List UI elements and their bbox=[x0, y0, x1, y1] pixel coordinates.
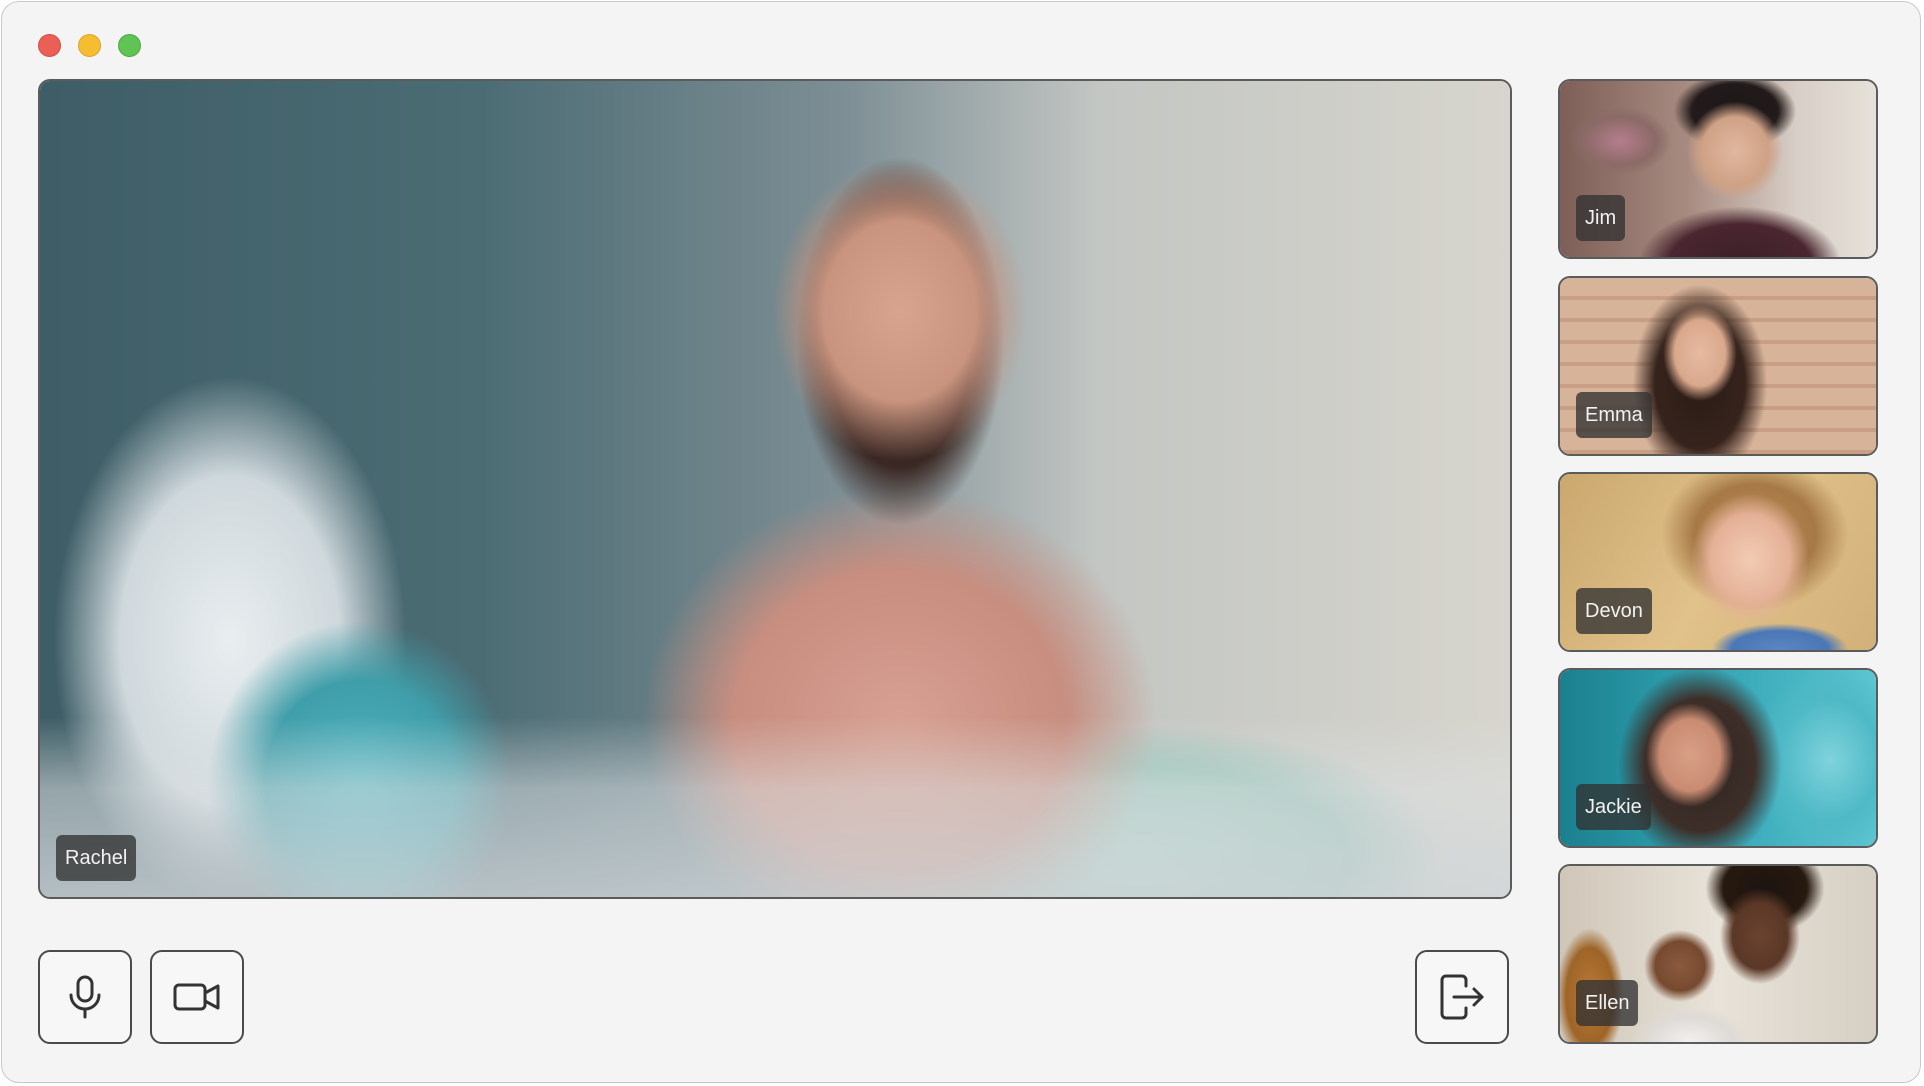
video-call-window: Rachel Jim Emma Devon Jackie Ellen bbox=[1, 1, 1921, 1083]
leave-call-icon bbox=[1440, 974, 1484, 1020]
leave-call-button[interactable] bbox=[1415, 950, 1509, 1044]
participant-tile-ellen[interactable]: Ellen bbox=[1558, 864, 1878, 1044]
participant-name-tag: Jim bbox=[1576, 195, 1626, 241]
participant-name-tag: Ellen bbox=[1576, 980, 1639, 1026]
window-maximize-button[interactable] bbox=[118, 34, 141, 57]
participant-name-tag: Emma bbox=[1576, 392, 1652, 438]
window-minimize-button[interactable] bbox=[78, 34, 101, 57]
participant-tile-jackie[interactable]: Jackie bbox=[1558, 668, 1878, 848]
window-close-button[interactable] bbox=[38, 34, 61, 57]
video-camera-icon bbox=[173, 983, 220, 1011]
participant-name-tag: Devon bbox=[1576, 588, 1652, 634]
participant-tile-devon[interactable]: Devon bbox=[1558, 472, 1878, 652]
microphone-icon bbox=[69, 975, 101, 1019]
main-video-tile[interactable]: Rachel bbox=[38, 79, 1512, 899]
main-participant-name-tag: Rachel bbox=[56, 835, 137, 881]
participant-tile-jim[interactable]: Jim bbox=[1558, 79, 1878, 259]
participant-name-tag: Jackie bbox=[1576, 784, 1651, 830]
participant-tile-emma[interactable]: Emma bbox=[1558, 276, 1878, 456]
microphone-button[interactable] bbox=[38, 950, 132, 1044]
camera-button[interactable] bbox=[150, 950, 244, 1044]
main-video-foreground bbox=[40, 717, 1510, 897]
